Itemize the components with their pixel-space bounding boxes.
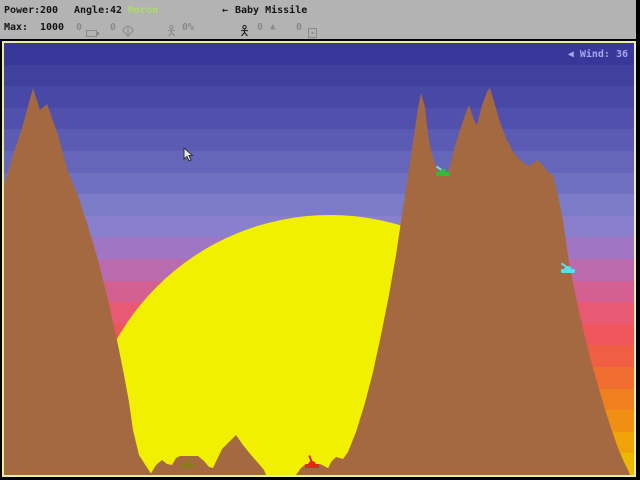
mouse-cursor	[183, 147, 195, 163]
shield-person-icon	[167, 22, 176, 41]
weapon-direction-icon: ←	[222, 5, 228, 16]
men-count: 0	[257, 22, 263, 33]
tank-olive	[181, 455, 195, 468]
crew-person-icon	[240, 22, 249, 41]
wind-value: 36	[616, 49, 628, 60]
angle-label: Angle:	[74, 5, 110, 16]
battery-icon	[86, 23, 100, 42]
power-label: Power:	[4, 5, 40, 16]
triggers-count: 0	[296, 22, 302, 33]
status-toolbar: Power: 200 Angle: 42 Moron ← Baby Missil…	[0, 0, 636, 39]
weapon-name: Baby Missile	[235, 5, 307, 16]
parachute-icon	[122, 22, 134, 41]
parachutes-count: 0	[110, 22, 116, 33]
player-name: Moron	[128, 5, 158, 16]
battlefield[interactable]: ◀ Wind: 36	[2, 41, 636, 477]
wind-label: Wind:	[580, 49, 610, 60]
left-mountain	[4, 88, 152, 475]
auto-defense-icon: ▲	[270, 22, 275, 33]
right-mountain	[325, 88, 630, 475]
max-power-value: 1000	[40, 22, 64, 33]
tank-body	[305, 464, 319, 468]
tank-body	[561, 269, 575, 273]
shield-percent: 0%	[182, 22, 194, 33]
wind-indicator: ◀ Wind: 36	[568, 49, 628, 60]
batteries-count: 0	[76, 22, 82, 33]
terrain	[4, 43, 634, 475]
tank-body	[181, 464, 195, 468]
power-value: 200	[40, 5, 58, 16]
game-screen: Power: 200 Angle: 42 Moron ← Baby Missil…	[0, 0, 640, 480]
tank-red	[305, 455, 319, 468]
bottom-hills	[150, 435, 266, 475]
tank-body	[436, 172, 450, 176]
tank-cyan	[561, 260, 575, 273]
tank-green	[436, 163, 450, 176]
angle-value: 42	[110, 5, 122, 16]
trigger-box-icon	[308, 23, 317, 42]
wind-arrow-icon: ◀	[568, 49, 574, 60]
max-power-label: Max:	[4, 22, 28, 33]
